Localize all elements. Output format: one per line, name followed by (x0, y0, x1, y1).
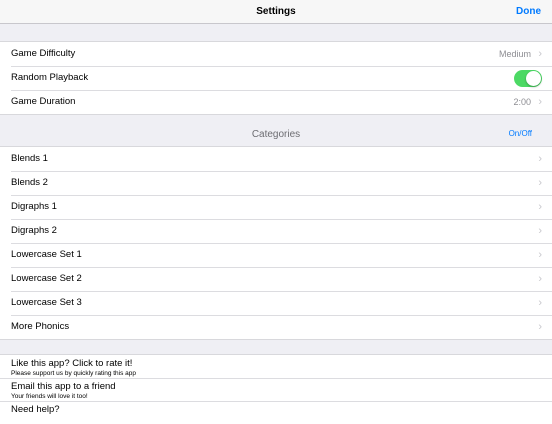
random-playback-row: Random Playback (0, 66, 552, 90)
category-label: Digraphs 1 (11, 201, 57, 212)
settings-group: Game Difficulty Medium › Random Playback… (0, 41, 552, 115)
category-item[interactable]: More Phonics › (0, 315, 552, 339)
category-item[interactable]: Lowercase Set 2 › (0, 267, 552, 291)
random-playback-label: Random Playback (11, 72, 89, 83)
random-playback-toggle[interactable] (514, 70, 542, 87)
categories-list: Blends 1 › Blends 2 › Digraphs 1 › Digra… (0, 146, 552, 340)
game-difficulty-row[interactable]: Game Difficulty Medium › (0, 42, 552, 66)
category-item[interactable]: Lowercase Set 1 › (0, 243, 552, 267)
category-label: More Phonics (11, 321, 70, 332)
category-item[interactable]: Blends 2 › (0, 171, 552, 195)
chevron-right-icon: › (538, 201, 542, 213)
email-app-row[interactable]: Email this app to a friend Your friends … (0, 378, 552, 401)
chevron-right-icon: › (538, 321, 542, 333)
need-help-row[interactable]: Need help? (0, 401, 552, 424)
chevron-right-icon: › (538, 48, 542, 60)
category-label: Blends 2 (11, 177, 48, 188)
category-label: Lowercase Set 2 (11, 273, 82, 284)
chevron-right-icon: › (538, 96, 542, 108)
page-title: Settings (256, 6, 296, 17)
category-label: Blends 1 (11, 153, 48, 164)
on-off-button[interactable]: On/Off (509, 129, 532, 138)
email-app-title: Email this app to a friend (11, 381, 116, 392)
need-help-title: Need help? (11, 404, 60, 415)
navigation-bar: Settings Done (0, 0, 552, 24)
chevron-right-icon: › (538, 225, 542, 237)
chevron-right-icon: › (538, 153, 542, 165)
game-difficulty-label: Game Difficulty (11, 48, 76, 59)
game-duration-value: 2:00 (513, 97, 531, 107)
done-button[interactable]: Done (516, 6, 541, 17)
game-duration-label: Game Duration (11, 96, 76, 107)
rate-app-title: Like this app? Click to rate it! (11, 358, 133, 369)
category-item[interactable]: Blends 1 › (0, 147, 552, 171)
chevron-right-icon: › (538, 273, 542, 285)
category-item[interactable]: Digraphs 2 › (0, 219, 552, 243)
rate-app-subtitle: Please support us by quickly rating this… (11, 370, 137, 377)
category-label: Lowercase Set 3 (11, 297, 82, 308)
email-app-subtitle: Your friends will love it too! (11, 393, 88, 400)
chevron-right-icon: › (538, 249, 542, 261)
category-label: Lowercase Set 1 (11, 249, 82, 260)
category-item[interactable]: Lowercase Set 3 › (0, 291, 552, 315)
toggle-knob (526, 71, 541, 86)
rate-app-row[interactable]: Like this app? Click to rate it! Please … (0, 355, 552, 378)
categories-title: Categories (251, 129, 301, 140)
game-duration-row[interactable]: Game Duration 2:00 › (0, 90, 552, 114)
category-item[interactable]: Digraphs 1 › (0, 195, 552, 219)
category-label: Digraphs 2 (11, 225, 57, 236)
categories-header: Categories On/Off (0, 123, 552, 145)
chevron-right-icon: › (538, 177, 542, 189)
chevron-right-icon: › (538, 297, 542, 309)
game-difficulty-value: Medium (498, 49, 531, 59)
